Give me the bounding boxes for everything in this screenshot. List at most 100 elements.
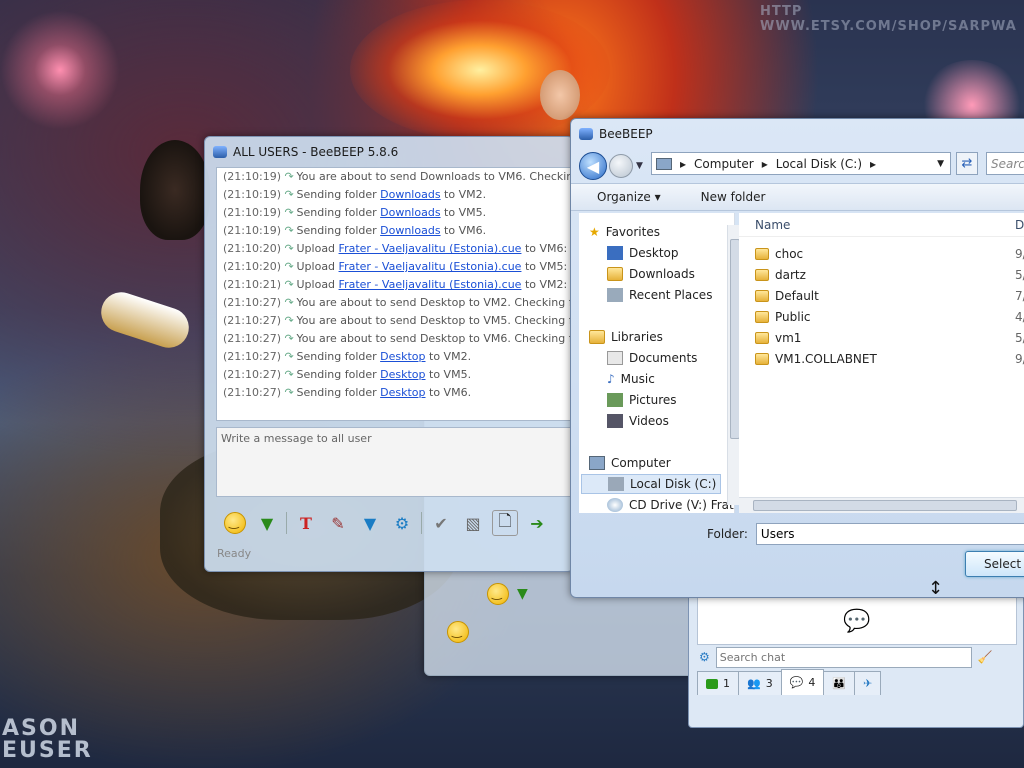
file-row[interactable]: Default 7/: [755, 285, 1024, 306]
folder-input[interactable]: [755, 523, 1024, 545]
search-chat-input[interactable]: [715, 646, 972, 668]
nav-cd-drive[interactable]: CD Drive (V:) Frat▼: [607, 495, 747, 515]
column-name[interactable]: Name: [755, 218, 790, 232]
log-link[interactable]: Downloads: [380, 188, 440, 201]
dialog-titlebar[interactable]: BeeBEEP: [571, 119, 1024, 149]
nav-label: Downloads: [629, 267, 695, 281]
chevron-down-icon[interactable]: ▼: [937, 159, 944, 169]
chat-log[interactable]: (21:10:19) ↷ You are about to send Downlo…: [216, 167, 574, 421]
log-line: (21:10:19) ↷ Sending folder Downloads to …: [217, 186, 573, 204]
scroll-thumb[interactable]: [753, 500, 1017, 511]
transfer-arrow-icon: ↷: [284, 332, 294, 345]
log-link[interactable]: Desktop: [380, 386, 425, 399]
back-button[interactable]: ◀: [579, 152, 607, 180]
nav-favorites[interactable]: ★ Favorites: [589, 222, 660, 242]
log-link[interactable]: Frater - Vaeljavalitu (Estonia).cue: [339, 260, 522, 273]
file-row[interactable]: vm1 5/: [755, 327, 1024, 348]
refresh-button[interactable]: ⇄: [956, 152, 978, 175]
chevron-right-icon: ▸: [870, 156, 877, 171]
log-link[interactable]: Desktop: [380, 368, 425, 381]
history-dropdown[interactable]: ▼: [636, 161, 643, 171]
tab-users-online[interactable]: 1: [697, 671, 739, 695]
new-folder-button[interactable]: New folder: [675, 190, 780, 204]
nav-computer[interactable]: Computer: [589, 453, 671, 473]
broom-icon[interactable]: 🧹: [978, 650, 993, 664]
tab-files[interactable]: ✈: [854, 671, 882, 695]
nav-label: Music: [620, 372, 655, 386]
message-input[interactable]: Write a message to all user: [216, 427, 573, 497]
emoji-icon[interactable]: [487, 583, 509, 605]
dialog-title: BeeBEEP: [599, 127, 653, 141]
filter-button[interactable]: ▼: [357, 510, 383, 536]
settings-button[interactable]: ⚙: [389, 510, 415, 536]
file-row[interactable]: Public 4/: [755, 306, 1024, 327]
screenshot-button[interactable]: ▧: [460, 510, 486, 536]
breadcrumb-item[interactable]: Computer: [694, 157, 754, 171]
music-icon: ♪: [607, 372, 615, 386]
file-row[interactable]: choc 9/: [755, 243, 1024, 264]
organize-button[interactable]: Organize ▾: [571, 190, 675, 204]
tab-groups[interactable]: 👪: [823, 671, 856, 695]
tab-chats[interactable]: 💬 4: [780, 669, 825, 695]
nav-recent-places[interactable]: Recent Places: [607, 285, 712, 305]
bee-icon: [213, 146, 227, 158]
nav-music[interactable]: ♪ Music: [607, 369, 655, 389]
forward-button[interactable]: [609, 154, 633, 178]
panel-tabs: 1 👥 3 💬 4 👪 ✈: [697, 669, 882, 695]
select-folder-button[interactable]: Select Fo: [965, 551, 1024, 577]
emoji-button[interactable]: [222, 510, 248, 536]
file-name: VM1.COLLABNET: [775, 351, 877, 366]
log-time: (21:10:27): [223, 386, 281, 399]
more-button[interactable]: ▼: [254, 510, 280, 536]
chat-titlebar[interactable]: ALL USERS - BeeBEEP 5.8.6: [205, 137, 573, 167]
nav-downloads[interactable]: Downloads: [607, 264, 695, 284]
nav-documents[interactable]: Documents: [607, 348, 697, 368]
arrow-down-icon[interactable]: ▼: [517, 586, 528, 602]
nav-pictures[interactable]: Pictures: [607, 390, 677, 410]
breadcrumb-item[interactable]: Local Disk (C:): [776, 157, 862, 171]
send-folder-button[interactable]: ➔: [524, 510, 550, 536]
send-file-button[interactable]: 🗋: [492, 510, 518, 536]
transfer-arrow-icon: ↷: [284, 278, 294, 291]
column-date[interactable]: D: [1015, 218, 1024, 232]
corner-logo-text: ASON EUSER: [2, 716, 93, 763]
search-input[interactable]: Search: [986, 152, 1024, 175]
file-list-hscroll[interactable]: [739, 497, 1024, 513]
gear-icon[interactable]: ⚙: [699, 650, 710, 664]
breadcrumb[interactable]: ▸ Computer ▸ Local Disk (C:) ▸ ▼: [651, 152, 951, 175]
color-button[interactable]: ✎: [325, 510, 351, 536]
log-link[interactable]: Downloads: [380, 224, 440, 237]
log-time: (21:10:19): [223, 224, 281, 237]
file-row[interactable]: VM1.COLLABNET 9/: [755, 348, 1024, 369]
file-icon: 🗋: [498, 510, 512, 530]
file-list: Name D choc 9/dartz 5/Default 7/Public 4/vm1…: [739, 213, 1024, 513]
nav-desktop[interactable]: Desktop: [607, 243, 679, 263]
transfer-arrow-icon: ↷: [284, 350, 294, 363]
videos-icon: [607, 414, 623, 428]
tab-users[interactable]: 👥 3: [738, 671, 782, 695]
log-time: (21:10:27): [223, 332, 281, 345]
nav-libraries[interactable]: Libraries: [589, 327, 663, 347]
font-button[interactable]: T: [293, 510, 319, 536]
log-link[interactable]: Desktop: [380, 350, 425, 363]
computer-icon: [589, 456, 605, 470]
nav-label: Videos: [629, 414, 669, 428]
nav-local-disk[interactable]: Local Disk (C:): [581, 474, 721, 494]
log-link[interactable]: Frater - Vaeljavalitu (Estonia).cue: [339, 242, 522, 255]
transfer-arrow-icon: ↷: [284, 206, 294, 219]
navigation-pane: ★ Favorites Desktop Downloads Recent Plac…: [579, 213, 747, 513]
log-link[interactable]: Frater - Vaeljavalitu (Estonia).cue: [339, 278, 522, 291]
send-button[interactable]: ✔: [428, 510, 454, 536]
folder-icon: [755, 352, 769, 365]
log-line: (21:10:27) ↷ You are about to send Deskto…: [217, 330, 573, 348]
log-text: Sending folder: [296, 224, 381, 237]
chat-list-area[interactable]: 💬: [697, 597, 1017, 645]
log-text: You are about to send Downloads to VM6. …: [296, 170, 574, 183]
file-row[interactable]: dartz 5/: [755, 264, 1024, 285]
watermark-url: HTTP WWW.ETSY.COM/SHOP/SARPWA: [760, 4, 1017, 34]
log-link[interactable]: Downloads: [380, 206, 440, 219]
separator: [421, 512, 422, 534]
users-icon: 👥: [747, 677, 761, 690]
emoji-icon-2[interactable]: [447, 621, 469, 643]
nav-videos[interactable]: Videos: [607, 411, 669, 431]
